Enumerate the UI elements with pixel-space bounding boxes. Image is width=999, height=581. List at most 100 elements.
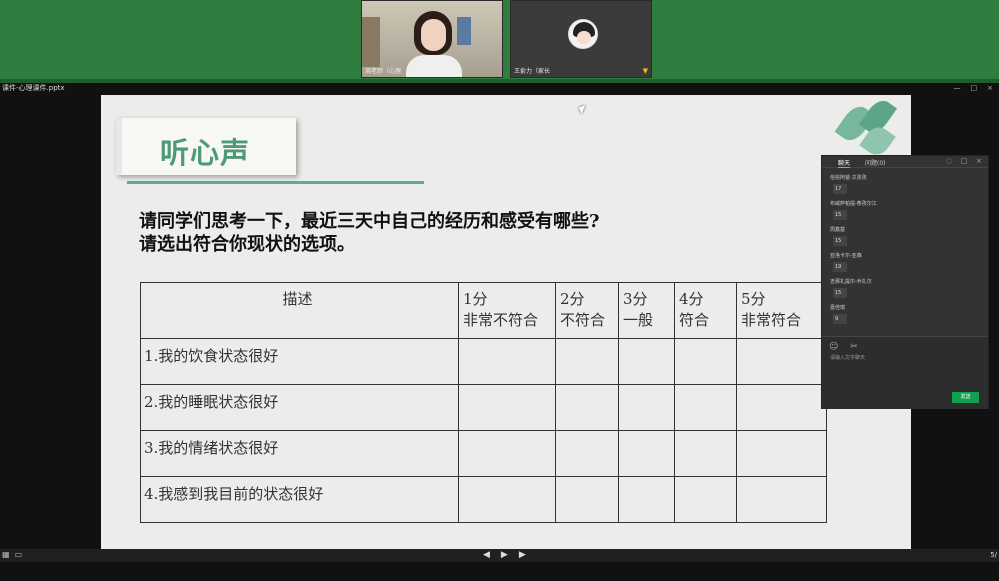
chat-bubble-icon[interactable]: ◌ <box>946 157 952 165</box>
table-header-score-2: 2分 不符合 <box>555 282 619 339</box>
chat-message: 亚洛卡尔-亚森 19 <box>830 252 980 278</box>
table-row: 3.我的情绪状态很好 <box>140 430 827 477</box>
table-cell-description: 2.我的睡眠状态很好 <box>140 384 459 431</box>
table-cell-score[interactable] <box>618 384 675 431</box>
screen-icon[interactable]: ▭ <box>15 550 23 559</box>
slide-navigation: ◀ ▶ ▶ <box>483 550 526 560</box>
presentation-file-bar: 课件-心理课件.pptx — □ × <box>0 83 999 94</box>
chat-message-text: 15 <box>833 236 847 246</box>
table-cell-score[interactable] <box>674 430 737 477</box>
close-chat-icon[interactable]: × <box>976 157 982 165</box>
slide-question: 请同学们思考一下，最近三天中自己的经历和感受有哪些? 请选出符合你现状的选项。 <box>139 210 600 256</box>
title-underline <box>127 181 424 184</box>
table-cell-score[interactable] <box>458 430 556 477</box>
table-header-score-3: 3分 一般 <box>618 282 675 339</box>
table-cell-score[interactable] <box>618 476 675 523</box>
popout-icon[interactable]: □ <box>961 157 968 165</box>
send-button[interactable]: 发送 <box>952 392 979 403</box>
chat-message: 布威萨帕提-祭孜尔江 15 <box>830 200 980 226</box>
table-cell-description: 1.我的饮食状态很好 <box>140 338 459 385</box>
table-cell-score[interactable] <box>736 338 827 385</box>
chat-tabs: 聊天 问题(0) ◌ □ × <box>822 156 988 168</box>
table-header-row: 描述 1分 非常不符合 2分 不符合 3分 一般 4分 符合 5分 非常符合 <box>140 282 827 339</box>
chat-sender: 亚洛卡尔-亚森 <box>830 253 862 259</box>
maximize-icon[interactable]: □ <box>971 83 978 94</box>
presentation-slide: 听心声 请同学们思考一下，最近三天中自己的经历和感受有哪些? 请选出符合你现状的… <box>101 95 911 549</box>
participant-name: 周老师（心理 <box>365 68 402 75</box>
file-name: 课件-心理课件.pptx <box>2 84 65 92</box>
play-slide-icon[interactable]: ▶ <box>501 550 508 560</box>
presentation-controls: ▦ ▭ ◀ ▶ ▶ 5/ <box>0 549 999 581</box>
table-cell-score[interactable] <box>458 476 556 523</box>
chat-input-area[interactable]: ☺ ✂ 请输入文字聊天 发送 <box>822 336 988 409</box>
background-shelf <box>362 17 380 67</box>
table-cell-score[interactable] <box>674 338 737 385</box>
mic-icon[interactable]: ▼ <box>643 67 648 75</box>
table-row: 2.我的睡眠状态很好 <box>140 384 827 431</box>
slide-title-card: 听心声 <box>116 118 296 175</box>
bottom-left-tools: ▦ ▭ <box>2 550 22 559</box>
table-cell-score[interactable] <box>555 430 619 477</box>
table-cell-score[interactable] <box>458 384 556 431</box>
table-cell-description: 3.我的情绪状态很好 <box>140 430 459 477</box>
chat-sender: 布威萨帕提-祭孜尔江 <box>830 201 877 207</box>
participant-name: 王俞力（家长 <box>514 68 551 75</box>
chat-message: 俗俗阿爸-文孜孜 17 <box>830 174 980 200</box>
window-controls: — □ × <box>954 83 994 94</box>
table-cell-score[interactable] <box>674 384 737 431</box>
question-line-1: 请同学们思考一下，最近三天中自己的经历和感受有哪些? <box>139 211 600 232</box>
table-cell-score[interactable] <box>555 476 619 523</box>
chat-message: 吉那扎提尔-乔扎尔 15 <box>830 278 980 304</box>
chat-input-placeholder[interactable]: 请输入文字聊天 <box>830 354 865 361</box>
participant-avatar <box>568 19 598 49</box>
table-cell-score[interactable] <box>674 476 737 523</box>
close-icon[interactable]: × <box>987 83 993 94</box>
participant-body <box>406 55 462 77</box>
slide-title: 听心声 <box>160 136 251 170</box>
table-header-score-4: 4分 符合 <box>674 282 737 339</box>
chat-sender: 周鑫楚 <box>830 227 846 233</box>
table-cell-score[interactable] <box>555 338 619 385</box>
table-header-score-5: 5分 非常符合 <box>736 282 827 339</box>
chat-message-text: 9 <box>833 314 847 324</box>
participant-video-tile[interactable]: 王俞力（家长 ▼ <box>510 0 652 78</box>
chat-sender: 嘉佳琪 <box>830 305 846 311</box>
chat-panel: 聊天 问题(0) ◌ □ × 俗俗阿爸-文孜孜 17 布威萨帕提-祭孜尔江 15… <box>821 155 989 409</box>
previous-slide-icon[interactable]: ◀ <box>483 550 490 560</box>
table-cell-score[interactable] <box>736 476 827 523</box>
table-cell-score[interactable] <box>618 338 675 385</box>
chat-message-text: 15 <box>833 210 847 220</box>
table-cell-score[interactable] <box>736 384 827 431</box>
chat-sender: 俗俗阿爸-文孜孜 <box>830 175 867 181</box>
chat-message-list: 俗俗阿爸-文孜孜 17 布威萨帕提-祭孜尔江 15 周鑫楚 15 亚洛卡尔-亚森… <box>830 174 980 330</box>
emoji-icon[interactable]: ☺ <box>829 342 838 352</box>
minimize-icon[interactable]: — <box>954 83 961 94</box>
table-row: 1.我的饮食状态很好 <box>140 338 827 385</box>
chat-input-toolbar: ☺ ✂ <box>829 342 858 352</box>
tab-questions[interactable]: 问题(0) <box>865 158 886 167</box>
table-cell-description: 4.我感到我目前的状态很好 <box>140 476 459 523</box>
table-cell-score[interactable] <box>618 430 675 477</box>
participant-face <box>421 19 446 51</box>
table-header-score-1: 1分 非常不符合 <box>458 282 556 339</box>
table-cell-score[interactable] <box>458 338 556 385</box>
participant-video-bar: 周老师（心理 王俞力（家长 ▼ <box>0 0 999 83</box>
table-cell-score[interactable] <box>736 430 827 477</box>
question-line-2: 请选出符合你现状的选项。 <box>139 234 355 255</box>
grid-view-icon[interactable]: ▦ <box>2 550 10 559</box>
participant-video-tile[interactable]: 周老师（心理 <box>361 0 503 78</box>
tab-chat[interactable]: 聊天 <box>838 158 851 168</box>
page-number: 5/ <box>990 551 997 559</box>
table-cell-score[interactable] <box>555 384 619 431</box>
self-assessment-table: 描述 1分 非常不符合 2分 不符合 3分 一般 4分 符合 5分 非常符合 1… <box>140 282 827 523</box>
chat-message-text: 19 <box>833 262 847 272</box>
next-slide-icon[interactable]: ▶ <box>519 550 526 560</box>
chat-message-text: 17 <box>833 184 847 194</box>
background-poster <box>457 17 471 45</box>
chat-message-text: 15 <box>833 288 847 298</box>
table-row: 4.我感到我目前的状态很好 <box>140 476 827 523</box>
table-header-description: 描述 <box>140 282 459 339</box>
screenshot-icon[interactable]: ✂ <box>850 342 858 352</box>
chat-message: 嘉佳琪 9 <box>830 304 980 330</box>
chat-message: 周鑫楚 15 <box>830 226 980 252</box>
